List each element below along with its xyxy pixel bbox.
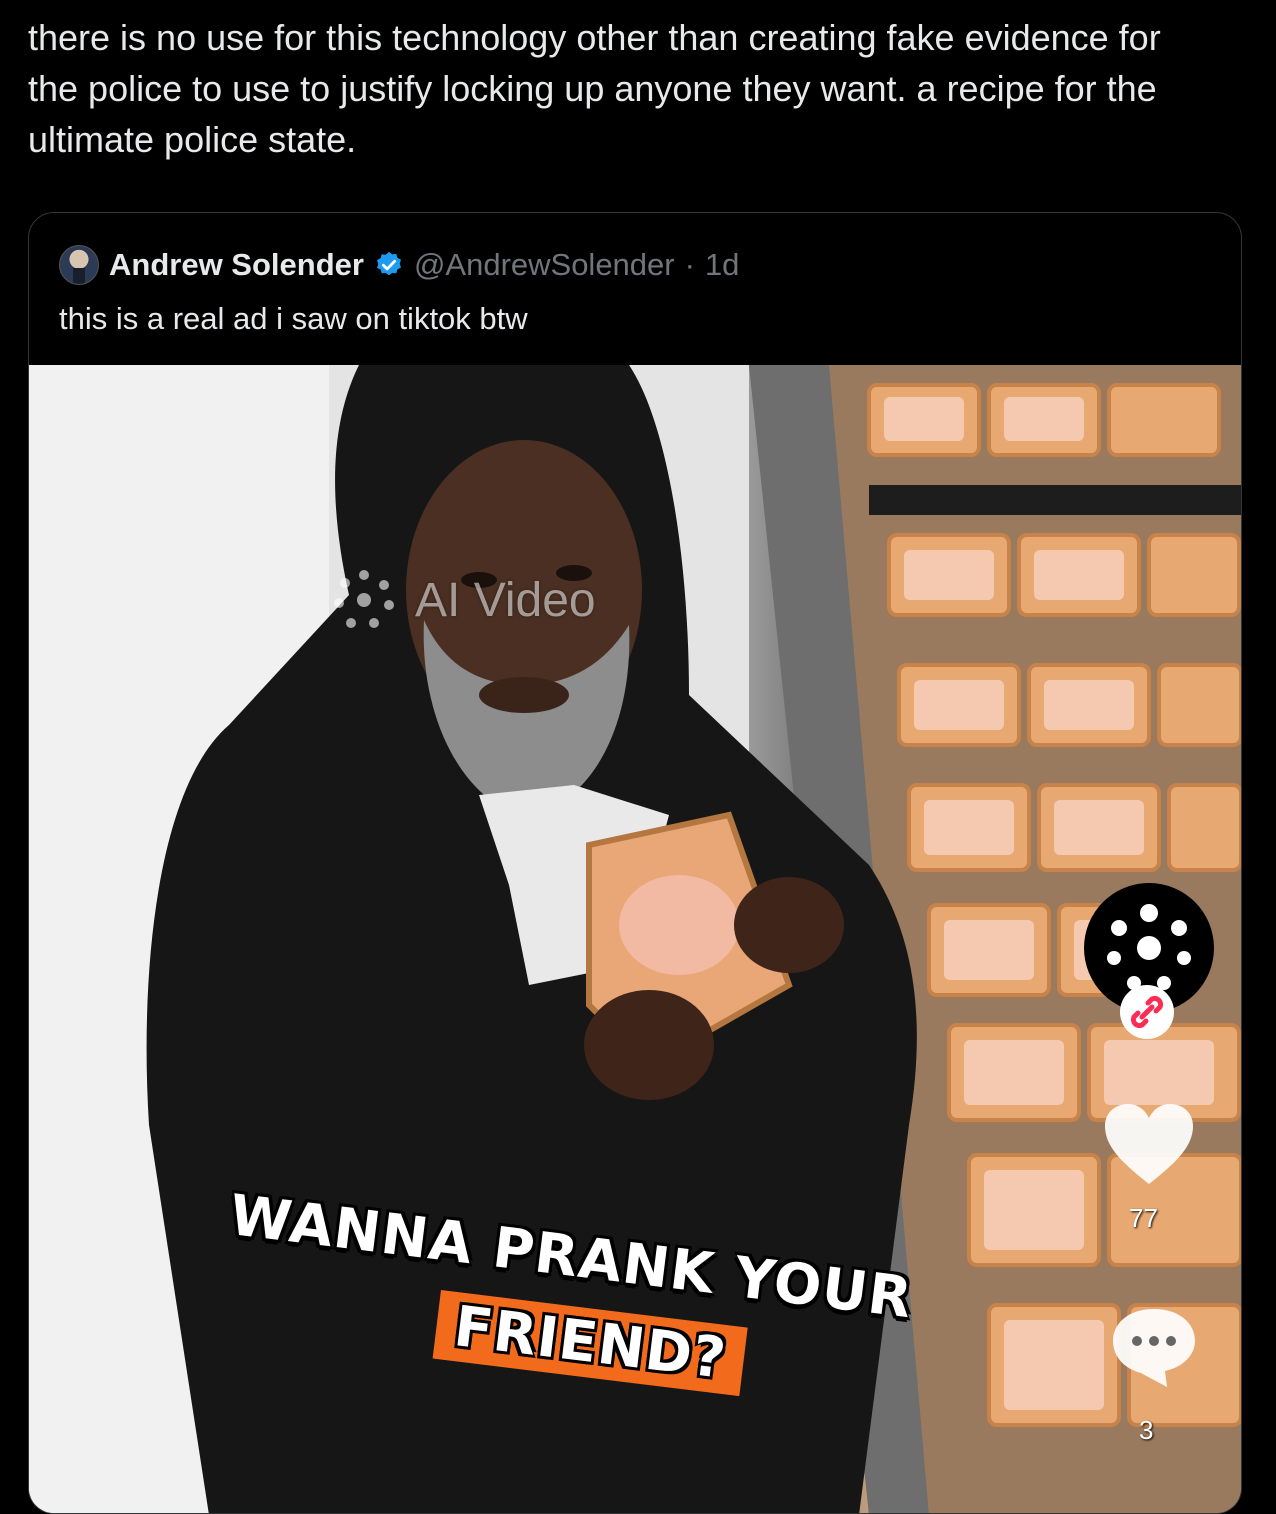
heart-icon: [1105, 1104, 1193, 1184]
watermark-text: AI Video: [415, 573, 596, 627]
author-handle[interactable]: @AndrewSolender: [414, 247, 675, 283]
author-avatar[interactable]: [59, 245, 99, 285]
watermark-dots-icon: [334, 570, 394, 628]
post-timestamp[interactable]: 1d: [705, 247, 739, 283]
comment-button[interactable]: [1109, 1305, 1199, 1389]
video-media[interactable]: AI Video WANNA PRANK YOUR FRIEND? 77 3: [29, 365, 1241, 1513]
quoted-post-text: this is a real ad i saw on tiktok btw: [59, 301, 528, 336]
link-icon: [1130, 995, 1164, 1029]
link-button[interactable]: [1120, 985, 1174, 1039]
quoted-post-card[interactable]: Andrew Solender @AndrewSolender · 1d thi…: [28, 212, 1242, 1514]
ai-video-watermark: AI Video: [329, 565, 596, 635]
meta-separator: ·: [684, 247, 695, 282]
comment-bubble-icon: [1113, 1309, 1195, 1387]
comment-count: 3: [1139, 1415, 1154, 1445]
post-text: there is no use for this technology othe…: [28, 17, 1161, 160]
like-button[interactable]: [1101, 1100, 1197, 1190]
like-count: 77: [1129, 1203, 1158, 1233]
quoted-post-header: Andrew Solender @AndrewSolender · 1d: [59, 243, 739, 287]
author-name[interactable]: Andrew Solender: [109, 247, 364, 283]
verified-badge-icon: [376, 251, 401, 276]
